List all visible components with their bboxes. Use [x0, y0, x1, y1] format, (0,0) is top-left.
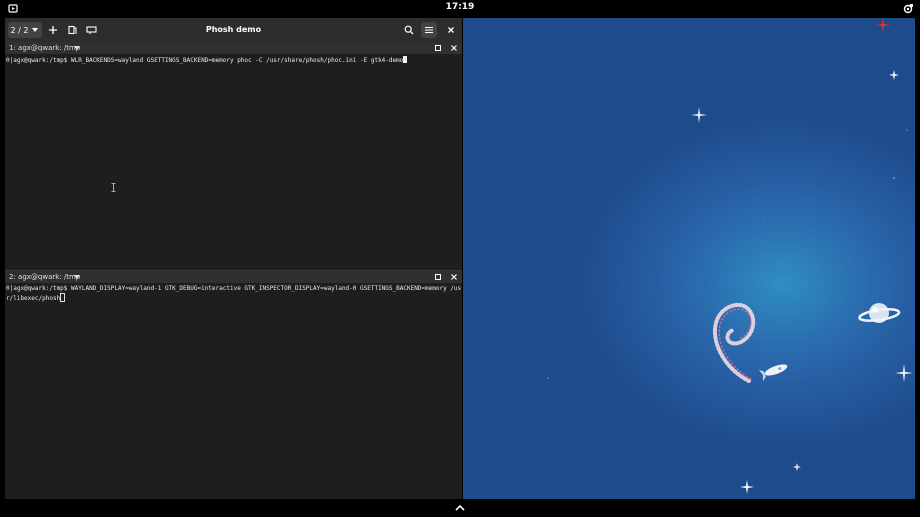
tab-counter-label: 2 / 2 [10, 25, 29, 35]
terminal-pane-1[interactable]: 1: agx@qwark: /tmp 0|agx@qwark:/tmp$ WLR… [5, 42, 462, 270]
search-button[interactable] [401, 22, 417, 38]
split-icon [68, 25, 77, 35]
chevron-down-icon[interactable] [74, 46, 80, 50]
pane-title[interactable]: 2: agx@qwark: /tmp [9, 273, 80, 281]
command-line: 0|agx@qwark:/tmp$ WAYLAND_DISPLAY=waylan… [6, 285, 462, 302]
search-icon [404, 25, 414, 35]
tab-overview-icon [85, 26, 97, 34]
pane-header: 2: agx@qwark: /tmp [5, 271, 462, 283]
terminal-headerbar: 2 / 2 Phosh demo [5, 18, 462, 42]
desktop-wallpaper [463, 18, 915, 499]
chevron-down-icon [32, 28, 39, 32]
close-icon[interactable] [451, 45, 457, 51]
pane-title[interactable]: 1: agx@qwark: /tmp [9, 44, 80, 52]
clock: 17:19 [445, 2, 475, 12]
text-cursor [60, 293, 66, 302]
split-button[interactable] [64, 22, 80, 38]
planet-decoration [858, 303, 901, 323]
settings-icon[interactable] [902, 3, 914, 15]
screen: 2 / 2 Phosh demo 1: agx@qwark: /tmp 0|ag… [5, 18, 915, 499]
menu-button[interactable] [421, 22, 437, 38]
star-decoration [547, 70, 913, 494]
text-cursor [403, 56, 408, 63]
chevron-up-icon[interactable] [455, 504, 465, 511]
close-icon [448, 27, 454, 33]
new-tab-button[interactable] [45, 22, 61, 38]
close-icon[interactable] [451, 274, 457, 280]
terminal-pane-2[interactable]: 2: agx@qwark: /tmp 0|agx@qwark:/tmp$ WAY… [5, 271, 462, 499]
terminal-window: 2 / 2 Phosh demo 1: agx@qwark: /tmp 0|ag… [5, 18, 462, 499]
red-star-decoration [875, 18, 891, 33]
command-line: 0|agx@qwark:/tmp$ WLR_BACKENDS=wayland G… [6, 57, 404, 64]
tab-overview-button[interactable] [83, 22, 99, 38]
chevron-down-icon[interactable] [74, 275, 80, 279]
rocket-decoration [758, 364, 788, 382]
top-status-bar: 17:19 [0, 0, 920, 18]
plus-icon [49, 26, 57, 34]
hamburger-menu-icon [425, 26, 433, 34]
terminal-output[interactable]: 0|agx@qwark:/tmp$ WAYLAND_DISPLAY=waylan… [6, 285, 462, 303]
tab-counter-button[interactable]: 2 / 2 [8, 22, 42, 38]
ibeam-cursor-icon [111, 183, 116, 192]
close-window-button[interactable] [443, 22, 459, 38]
terminal-output[interactable]: 0|agx@qwark:/tmp$ WLR_BACKENDS=wayland G… [6, 56, 462, 65]
pane-header: 1: agx@qwark: /tmp [5, 42, 462, 54]
maximize-icon[interactable] [435, 45, 441, 51]
swirl-logo [712, 302, 756, 383]
wallpaper-art [547, 18, 913, 494]
maximize-icon[interactable] [435, 274, 441, 280]
